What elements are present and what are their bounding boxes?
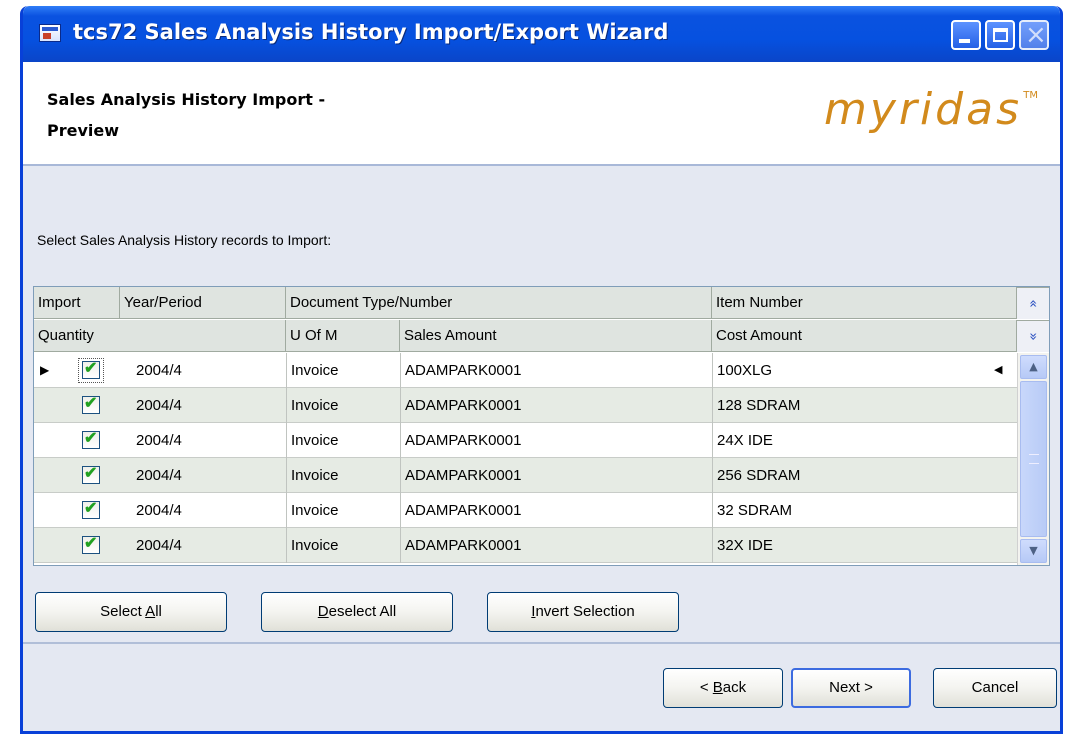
table-row[interactable]: ✔ 2004/4 Invoice ADAMPARK0001 32X IDE (34, 528, 1017, 563)
select-all-accel: A (145, 603, 156, 620)
item-number: 256 SDRAM (717, 467, 801, 484)
check-icon: ✔ (84, 465, 98, 482)
col-document-type-number[interactable]: Document Type/Number (286, 287, 712, 319)
doc-type: Invoice (291, 502, 339, 519)
table-row[interactable]: ✔ 2004/4 Invoice ADAMPARK0001 256 SDRAM (34, 458, 1017, 493)
import-checkbox[interactable]: ✔ (82, 360, 100, 379)
item-number: 100XLG (717, 362, 773, 379)
check-icon: ✔ (84, 500, 98, 517)
doc-number: ADAMPARK0001 (405, 467, 522, 484)
import-checkbox[interactable]: ✔ (82, 535, 100, 554)
item-number: 32 SDRAM (717, 502, 793, 519)
wizard-header: Sales Analysis History Import - Preview … (23, 62, 1060, 166)
check-icon: ✔ (84, 535, 98, 552)
import-checkbox[interactable]: ✔ (82, 395, 100, 414)
back-label-post: ack (722, 679, 747, 696)
item-number: 128 SDRAM (717, 397, 801, 414)
import-checkbox[interactable]: ✔ (82, 500, 100, 519)
check-icon: ✔ (84, 395, 98, 412)
doc-number: ADAMPARK0001 (405, 502, 522, 519)
minimize-icon (959, 39, 970, 43)
year-period: 2004/4 (136, 397, 182, 414)
maximize-icon (993, 28, 1008, 42)
year-period: 2004/4 (136, 502, 182, 519)
col-cost-amount[interactable]: Cost Amount (712, 320, 1017, 352)
col-quantity[interactable]: Quantity (34, 320, 286, 352)
page-title: Sales Analysis History Import - Preview (47, 84, 407, 146)
cancel-button[interactable]: Cancel (933, 668, 1057, 708)
grip-icon (1029, 454, 1039, 464)
doc-number: ADAMPARK0001 (405, 432, 522, 449)
year-period: 2004/4 (136, 362, 182, 379)
year-period: 2004/4 (136, 537, 182, 554)
page-title-line2: Preview (47, 121, 120, 140)
close-icon: × (1025, 20, 1047, 50)
select-all-label-pre: Select (100, 603, 146, 620)
records-grid[interactable]: Import Year/Period Document Type/Number … (33, 286, 1050, 566)
back-button[interactable]: < Back (663, 668, 783, 708)
scroll-thumb[interactable] (1020, 381, 1047, 537)
doc-number: ADAMPARK0001 (405, 362, 522, 379)
footer-divider (23, 642, 1060, 644)
maximize-button[interactable] (985, 20, 1015, 50)
col-u-of-m[interactable]: U Of M (286, 320, 400, 352)
table-row[interactable]: ✔ 2004/4 Invoice ADAMPARK0001 24X IDE (34, 423, 1017, 458)
doc-number: ADAMPARK0001 (405, 537, 522, 554)
doc-number: ADAMPARK0001 (405, 397, 522, 414)
table-row[interactable]: ✔ 2004/4 Invoice ADAMPARK0001 128 SDRAM (34, 388, 1017, 423)
deselect-all-button[interactable]: Deselect All (261, 592, 453, 632)
back-accel: B (712, 679, 723, 696)
app-icon (39, 24, 61, 42)
trademark-mark: TM (1023, 90, 1038, 101)
doc-type: Invoice (291, 397, 339, 414)
check-icon: ✔ (84, 360, 98, 377)
expand-down-icon[interactable]: » (1017, 320, 1049, 352)
title-bar[interactable]: tcs72 Sales Analysis History Import/Expo… (23, 6, 1060, 62)
myridas-logo: myridas (823, 84, 1022, 135)
import-checkbox[interactable]: ✔ (82, 430, 100, 449)
invert-selection-label-post: nvert Selection (535, 603, 635, 620)
invert-selection-button[interactable]: Invert Selection (487, 592, 679, 632)
check-icon: ✔ (84, 430, 98, 447)
scroll-down-button[interactable]: ▼ (1020, 539, 1047, 563)
window-title: tcs72 Sales Analysis History Import/Expo… (73, 20, 669, 44)
minimize-button[interactable] (951, 20, 981, 50)
back-label-pre: < (699, 679, 713, 696)
scroll-up-button[interactable]: ▲ (1020, 355, 1047, 379)
wizard-window: tcs72 Sales Analysis History Import/Expo… (20, 6, 1063, 734)
col-sales-amount[interactable]: Sales Amount (400, 320, 712, 352)
year-period: 2004/4 (136, 467, 182, 484)
table-row[interactable]: ▶ ✔ 2004/4 Invoice ADAMPARK0001 100XLG ◀ (34, 353, 1017, 388)
close-button[interactable]: × (1019, 20, 1049, 50)
item-number: 24X IDE (717, 432, 773, 449)
doc-type: Invoice (291, 467, 339, 484)
doc-type: Invoice (291, 362, 339, 379)
select-all-button[interactable]: Select All (35, 592, 227, 632)
col-year-period[interactable]: Year/Period (120, 287, 286, 319)
deselect-all-label-post: eselect All (328, 603, 397, 620)
vertical-scrollbar[interactable]: ▲ ▼ (1017, 353, 1049, 565)
expand-up-icon[interactable]: « (1017, 287, 1049, 319)
deselect-all-accel: D (317, 603, 329, 620)
table-row[interactable]: ✔ 2004/4 Invoice ADAMPARK0001 32 SDRAM (34, 493, 1017, 528)
col-import[interactable]: Import (34, 287, 120, 319)
page-title-line1: Sales Analysis History Import - (47, 90, 326, 109)
item-number: 32X IDE (717, 537, 773, 554)
import-checkbox[interactable]: ✔ (82, 465, 100, 484)
grid-rows: ▶ ✔ 2004/4 Invoice ADAMPARK0001 100XLG ◀… (34, 353, 1017, 565)
year-period: 2004/4 (136, 432, 182, 449)
select-all-label-post: ll (155, 603, 162, 620)
grid-header-row2: Quantity U Of M Sales Amount Cost Amount (34, 320, 1017, 352)
doc-type: Invoice (291, 537, 339, 554)
instruction-label: Select Sales Analysis History records to… (37, 232, 332, 248)
row-marker-icon: ◀ (994, 364, 1003, 376)
doc-type: Invoice (291, 432, 339, 449)
current-row-icon: ▶ (40, 363, 50, 377)
col-item-number[interactable]: Item Number (712, 287, 1017, 319)
grid-header-row1: Import Year/Period Document Type/Number … (34, 287, 1017, 319)
next-button[interactable]: Next > (791, 668, 911, 708)
